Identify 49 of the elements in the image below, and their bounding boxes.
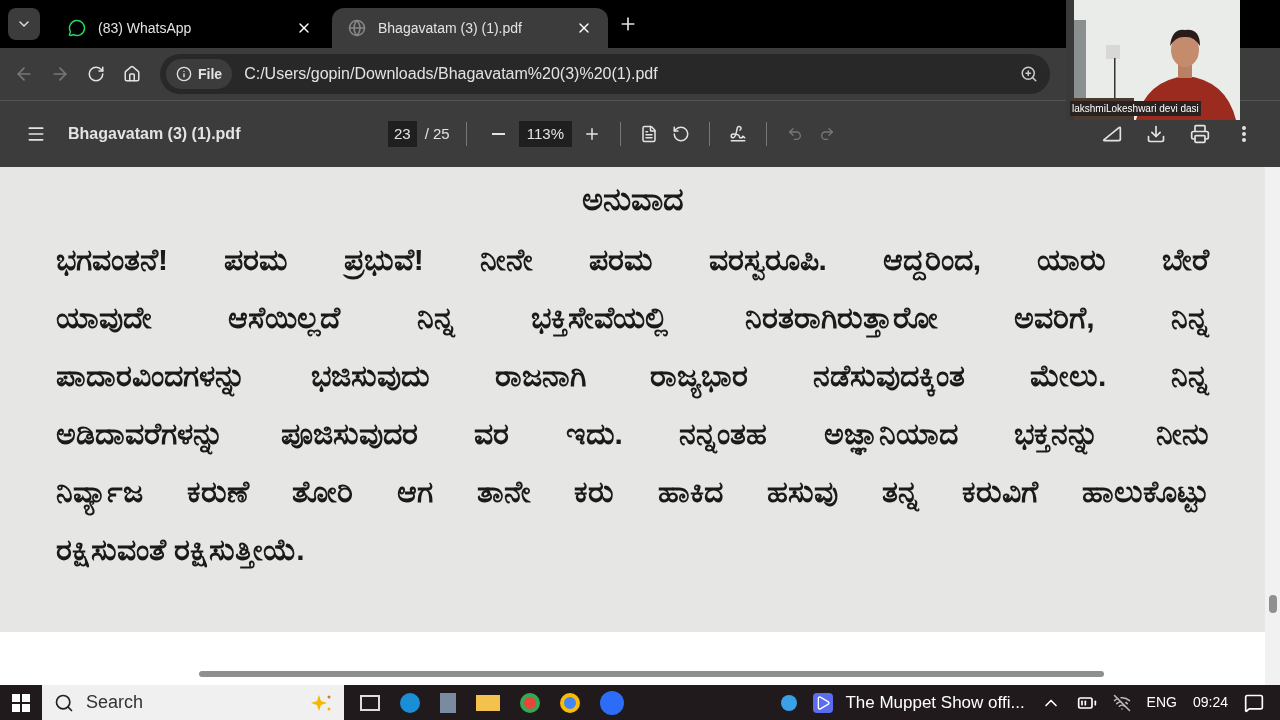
undo-icon	[787, 126, 803, 142]
info-icon	[176, 66, 192, 82]
fit-page-icon	[640, 125, 658, 143]
windows-icon	[12, 693, 30, 712]
annotation-icon	[1102, 124, 1122, 144]
clock[interactable]: 09:24	[1192, 692, 1228, 713]
address-field[interactable]: File C:/Users/gopin/Downloads/Bhagavatam%20(3)%20(1).pdf	[160, 54, 1050, 94]
download-icon	[1146, 124, 1166, 144]
menu-icon	[26, 124, 46, 144]
text-line: ಯಾವುದೇ ಆಸೆಯಿಲ್ಲದೆ ನಿನ್ನ ಭಕ್ತಿಸೇವೆಯಲ್ಲಿ ನಿರತರಾಗಿರುತ್ತಾರೋ ಅವರಿಗೆ, ನಿನ್ನ	[56, 289, 1209, 347]
play-icon	[813, 692, 834, 713]
section-heading: ಅನುವಾದ	[580, 180, 685, 219]
taskbar-search-field[interactable]: Search	[42, 685, 344, 720]
tab-title: (83) WhatsApp	[98, 18, 193, 38]
home-icon	[123, 65, 141, 83]
browser-tab[interactable]: Bhagavatam (3) (1).pdf	[332, 8, 608, 48]
text-line: ನಿರ್ವ್ಯಾಜ ಕರುಣೆ ತೋರಿ ಆಗ ತಾನೇ ಕರು ಹಾಕಿದ ಹಸುವು ತನ್ನ ಕರುವಿಗೆ ಹಾಲುಕೊಟ್ಟು	[56, 463, 1209, 521]
language-indicator[interactable]: ENG	[1146, 692, 1177, 713]
text-line: ರಕ್ಷಿಸುವಂತೆ ರಕ್ಷಿಸುತ್ತೀಯೆ.	[56, 521, 1209, 579]
redo-icon	[819, 126, 835, 142]
rotate-icon	[672, 125, 690, 143]
reload-icon	[87, 65, 105, 83]
search-placeholder: Search	[86, 691, 144, 714]
zoom-level-field[interactable]: 113%	[518, 120, 572, 148]
text-line: ಭಗವಂತನೆ! ಪರಮ ಪ್ರಭುವೆ! ನೀನೇ ಪರಮ ವರಸ್ವರೂಪಿ. ಆದ್ದರಿಂದ, ಯಾರು ಬೇರೆ	[56, 231, 1209, 289]
print-icon	[1190, 124, 1210, 144]
media-app-button[interactable]: The Muppet Show offi...	[813, 689, 1025, 716]
page-total: / 25	[424, 123, 450, 144]
globe-icon	[348, 19, 366, 37]
document-title: Bhagavatam (3) (1).pdf	[68, 124, 242, 144]
draw-icon	[729, 125, 747, 143]
wifi-off-icon[interactable]	[1112, 693, 1131, 712]
vertical-scrollbar[interactable]	[1265, 167, 1280, 685]
more-icon	[1242, 126, 1246, 142]
zoom-icon[interactable]	[1020, 65, 1038, 83]
media-title: The Muppet Show offi...	[845, 691, 1025, 714]
url-text: C:/Users/gopin/Downloads/Bhagavatam%20(3)%20(1).pdf	[244, 64, 658, 84]
notification-icon[interactable]	[1244, 692, 1264, 713]
participant-name: lakshmiLokeshwari devi dasi	[1070, 101, 1201, 116]
text-line: ಅಡಿದಾವರೆಗಳನ್ನು ಪೂಜಿಸುವುದರ ವರ ಇದು. ನನ್ನಂತಹ ಅಜ್ಞಾನಿಯಾದ ಭಕ್ತನನ್ನು ನೀನು	[56, 405, 1209, 463]
text-line: ಪಾದಾರವಿಂದಗಳನ್ನು ಭಜಿಸುವುದು ರಾಜನಾಗಿ ರಾಜ್ಯಭಾರ ನಡೆಸುವುದಕ್ಕಿಂತ ಮೇಲು. ನಿನ್ನ	[56, 347, 1209, 405]
tab-title: Bhagavatam (3) (1).pdf	[378, 18, 523, 38]
search-icon	[54, 692, 74, 713]
zoom-in-icon	[583, 125, 601, 143]
site-info-chip[interactable]: File	[166, 59, 233, 89]
page-number-field[interactable]: 23	[388, 120, 417, 148]
tab-search-button[interactable]	[8, 8, 40, 40]
chat-icon	[68, 19, 86, 37]
task-view-icon[interactable]	[360, 694, 380, 711]
